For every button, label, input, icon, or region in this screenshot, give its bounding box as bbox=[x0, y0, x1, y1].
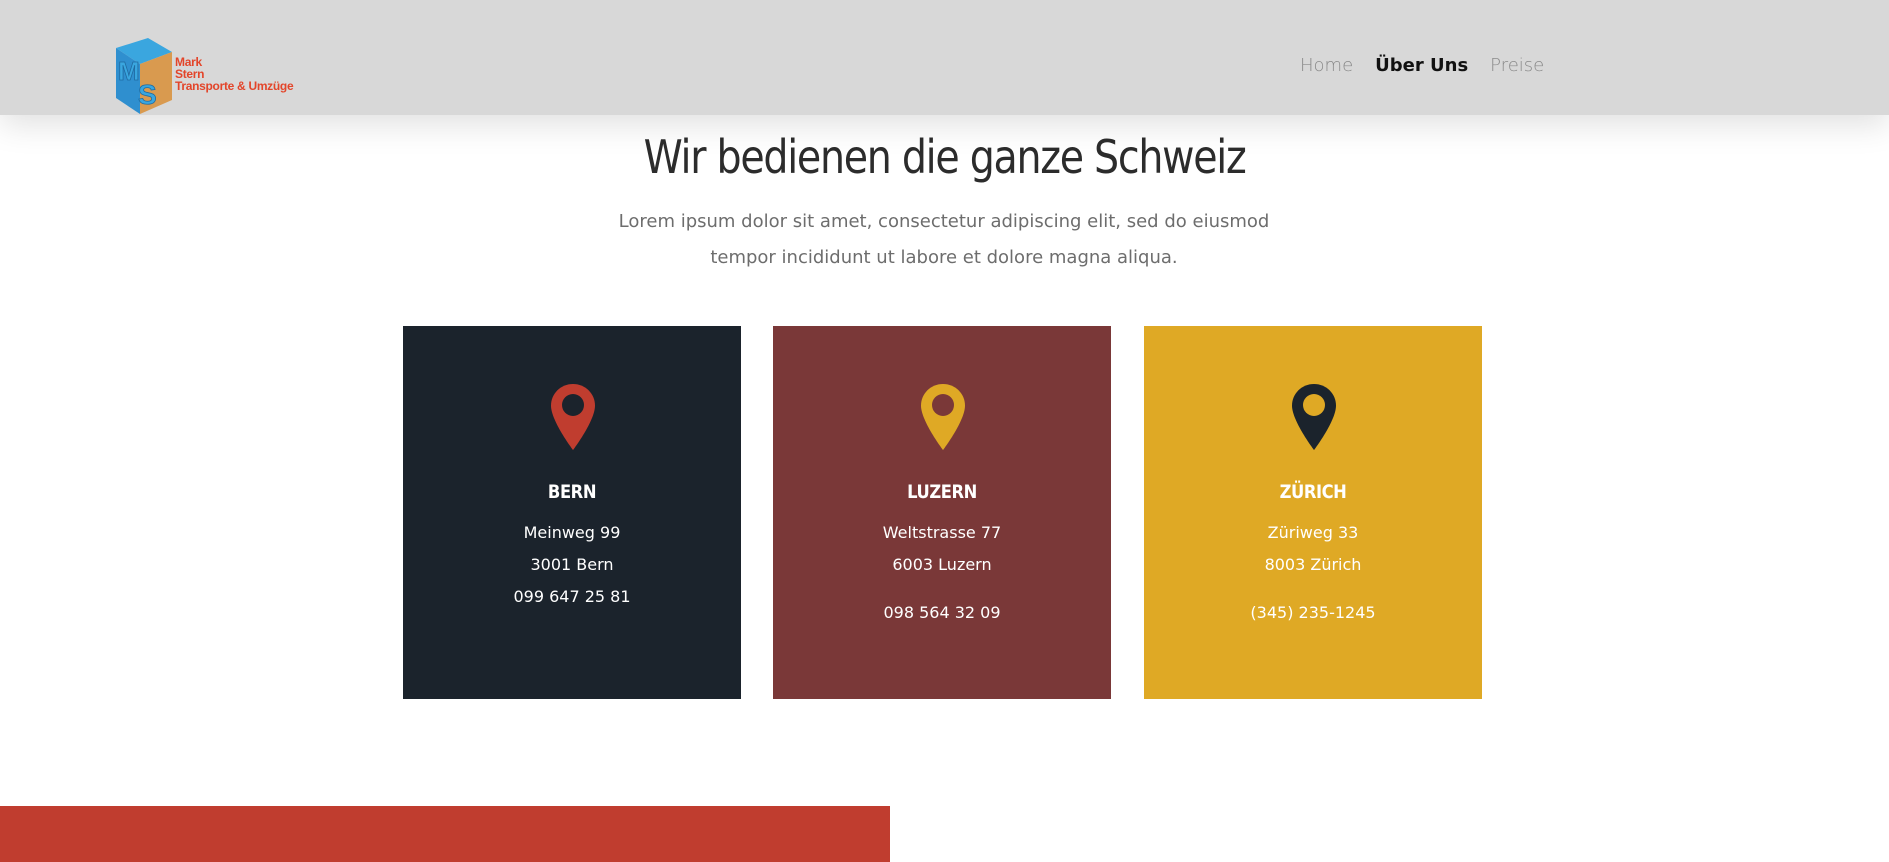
location-street: Züriweg 33 bbox=[1267, 523, 1359, 542]
nav-home[interactable]: Home bbox=[1300, 55, 1353, 76]
location-city: LUZERN bbox=[907, 481, 977, 503]
section-title: Wir bedienen die ganze Schweiz bbox=[643, 130, 1247, 184]
location-street: Meinweg 99 bbox=[523, 523, 621, 542]
location-pin-icon bbox=[1292, 384, 1336, 450]
location-zip-city: 8003 Zürich bbox=[1264, 555, 1362, 574]
location-city: BERN bbox=[547, 481, 597, 503]
location-pin-icon bbox=[551, 384, 595, 450]
location-zip-city: 3001 Bern bbox=[530, 555, 614, 574]
logo-cube-icon: M S bbox=[116, 38, 172, 114]
main-nav: Home Über Uns Preise bbox=[1300, 55, 1544, 76]
location-card-luzern: LUZERN Weltstrasse 77 6003 Luzern 098 56… bbox=[773, 326, 1111, 699]
location-pin-icon bbox=[921, 384, 965, 450]
logo-wordmark: Mark Stern Transporte & Umzüge bbox=[175, 56, 294, 93]
logo-line-3: Transporte & Umzüge bbox=[175, 79, 294, 93]
location-phone[interactable]: 098 564 32 09 bbox=[773, 603, 1111, 622]
location-street: Weltstrasse 77 bbox=[882, 523, 1002, 542]
location-zip-city: 6003 Luzern bbox=[892, 555, 992, 574]
footer-accent-band bbox=[0, 806, 890, 862]
site-header: M S Mark Stern Transporte & Umzüge Home … bbox=[0, 0, 1889, 115]
svg-text:S: S bbox=[138, 79, 157, 110]
location-phone[interactable]: 099 647 25 81 bbox=[403, 587, 741, 606]
location-phone[interactable]: (345) 235-1245 bbox=[1144, 603, 1482, 622]
location-city: ZÜRICH bbox=[1279, 481, 1347, 503]
nav-preise[interactable]: Preise bbox=[1490, 55, 1544, 76]
section-subtitle: Lorem ipsum dolor sit amet, consectetur … bbox=[618, 211, 1270, 268]
location-card-bern: BERN Meinweg 99 3001 Bern 099 647 25 81 bbox=[403, 326, 741, 699]
svg-text:M: M bbox=[118, 56, 140, 86]
nav-ueber-uns[interactable]: Über Uns bbox=[1375, 55, 1468, 76]
location-card-zurich: ZÜRICH Züriweg 33 8003 Zürich (345) 235-… bbox=[1144, 326, 1482, 699]
company-logo[interactable]: M S Mark Stern Transporte & Umzüge bbox=[108, 38, 318, 116]
